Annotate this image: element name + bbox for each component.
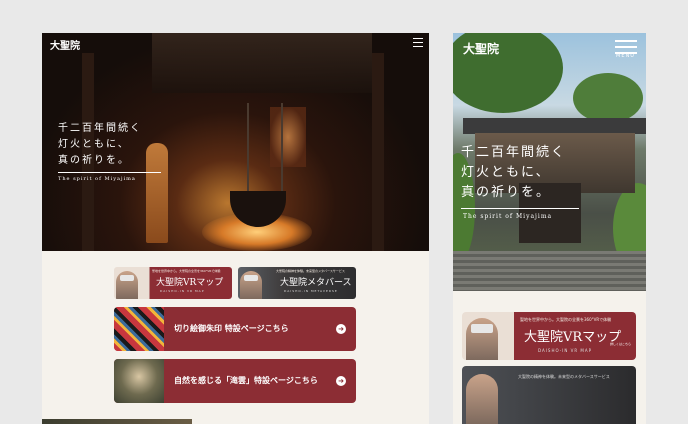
vr-map-english: DAISHO-IN VR MAP	[160, 289, 205, 293]
metaverse-caption: 大聖院の精神を体験。未来型のメタバースサービス	[518, 374, 610, 379]
hamburger-menu-icon[interactable]	[413, 38, 423, 47]
vr-map-banner[interactable]: 聖地を世界中から。大聖院の全景を360°VRで体験 大聖院VRマップ DAISH…	[462, 312, 636, 360]
stone-steps	[453, 251, 646, 291]
tree-foliage	[573, 73, 643, 123]
hero-line: 灯火ともに、	[461, 165, 551, 180]
mobile-hero-image: 大聖院 MENU 千二百年間続く 灯火ともに、 真の祈りを。 The spiri…	[453, 33, 646, 291]
desktop-preview: 大聖院 千二百年間続く 灯火ともに、 真の祈りを。 The spirit of …	[42, 33, 429, 424]
takigumo-cta-button[interactable]: 自然を感じる「滝雲」特設ページこちら ➜	[114, 359, 356, 403]
vr-map-title: 大聖院VRマップ	[156, 278, 224, 288]
hero-line: 真の祈りを。	[58, 155, 130, 166]
tagline-divider	[461, 208, 579, 209]
hamburger-menu-icon[interactable]	[615, 40, 637, 54]
hero-subtitle: The spirit of Miyajima	[463, 213, 553, 220]
hero-tagline: 千二百年間続く 灯火ともに、 真の祈りを。	[58, 121, 142, 169]
gate-roof	[463, 118, 646, 134]
cta-label: 自然を感じる「滝雲」特設ページこちら	[174, 376, 318, 385]
vr-headset-icon	[120, 275, 134, 281]
mobile-preview: 大聖院 MENU 千二百年間続く 灯火ともに、 真の祈りを。 The spiri…	[453, 33, 646, 424]
vr-map-banner[interactable]: 聖地を世界中から。大聖院の全景を360°VRで体験 大聖院VRマップ DAISH…	[114, 267, 232, 299]
metaverse-caption: 大聖院の精神を体験。未来型のメタバースサービス	[276, 269, 345, 273]
hero-monk	[146, 143, 168, 243]
site-logo[interactable]: 大聖院	[50, 37, 80, 52]
arrow-right-circle-icon: ➜	[336, 376, 346, 386]
tagline-divider	[58, 172, 161, 173]
site-logo[interactable]: 大聖院	[463, 40, 499, 57]
metaverse-english: DAISHO-IN METAVERSE	[284, 289, 338, 293]
arrow-right-circle-icon: ➜	[336, 324, 346, 334]
metaverse-banner[interactable]: 大聖院の精神を体験。未来型のメタバースサービス 大聖院メタバース DAISHO-…	[238, 267, 356, 299]
hero-lantern	[247, 103, 283, 193]
vr-headset-icon	[471, 324, 493, 333]
hero-line: 真の祈りを。	[461, 185, 552, 200]
hero-image: 大聖院 千二百年間続く 灯火ともに、 真の祈りを。 The spirit of …	[42, 33, 429, 251]
vr-map-detail-tag[interactable]: 詳しくはこちら	[610, 342, 631, 346]
hero-subtitle: The spirit of Miyajima	[58, 176, 136, 182]
hero-line: 千二百年間続く	[58, 123, 142, 134]
metaverse-banner[interactable]: 大聖院の精神を体験。未来型のメタバースサービス	[462, 366, 636, 424]
vr-headset-icon	[244, 275, 258, 281]
metaverse-title: 大聖院メタバース	[280, 278, 352, 288]
kirie-goshuin-cta-button[interactable]: 切り絵御朱印 特設ページこちら ➜	[114, 307, 356, 351]
vr-map-english: DAISHO-IN VR MAP	[538, 348, 593, 353]
next-section-image	[42, 419, 192, 424]
hero-line: 千二百年間続く	[461, 145, 567, 160]
cta-label: 切り絵御朱印 特設ページこちら	[174, 324, 289, 333]
takigumo-thumbnail	[114, 359, 164, 403]
hero-pillar	[372, 53, 384, 251]
menu-label[interactable]: MENU	[616, 53, 635, 59]
kirie-thumbnail	[114, 307, 164, 351]
vr-map-title: 大聖院VRマップ	[524, 330, 622, 345]
hero-line: 灯火ともに、	[58, 139, 130, 150]
vr-map-caption: 聖地を世界中から。大聖院の全景を360°VRで体験	[152, 269, 221, 273]
metaverse-person-image	[466, 374, 498, 424]
vr-map-caption: 聖地を世界中から。大聖院の全景を360°VRで体験	[520, 317, 612, 322]
hero-tagline: 千二百年間続く 灯火ともに、 真の祈りを。	[461, 143, 566, 203]
hero-beam	[152, 33, 372, 93]
